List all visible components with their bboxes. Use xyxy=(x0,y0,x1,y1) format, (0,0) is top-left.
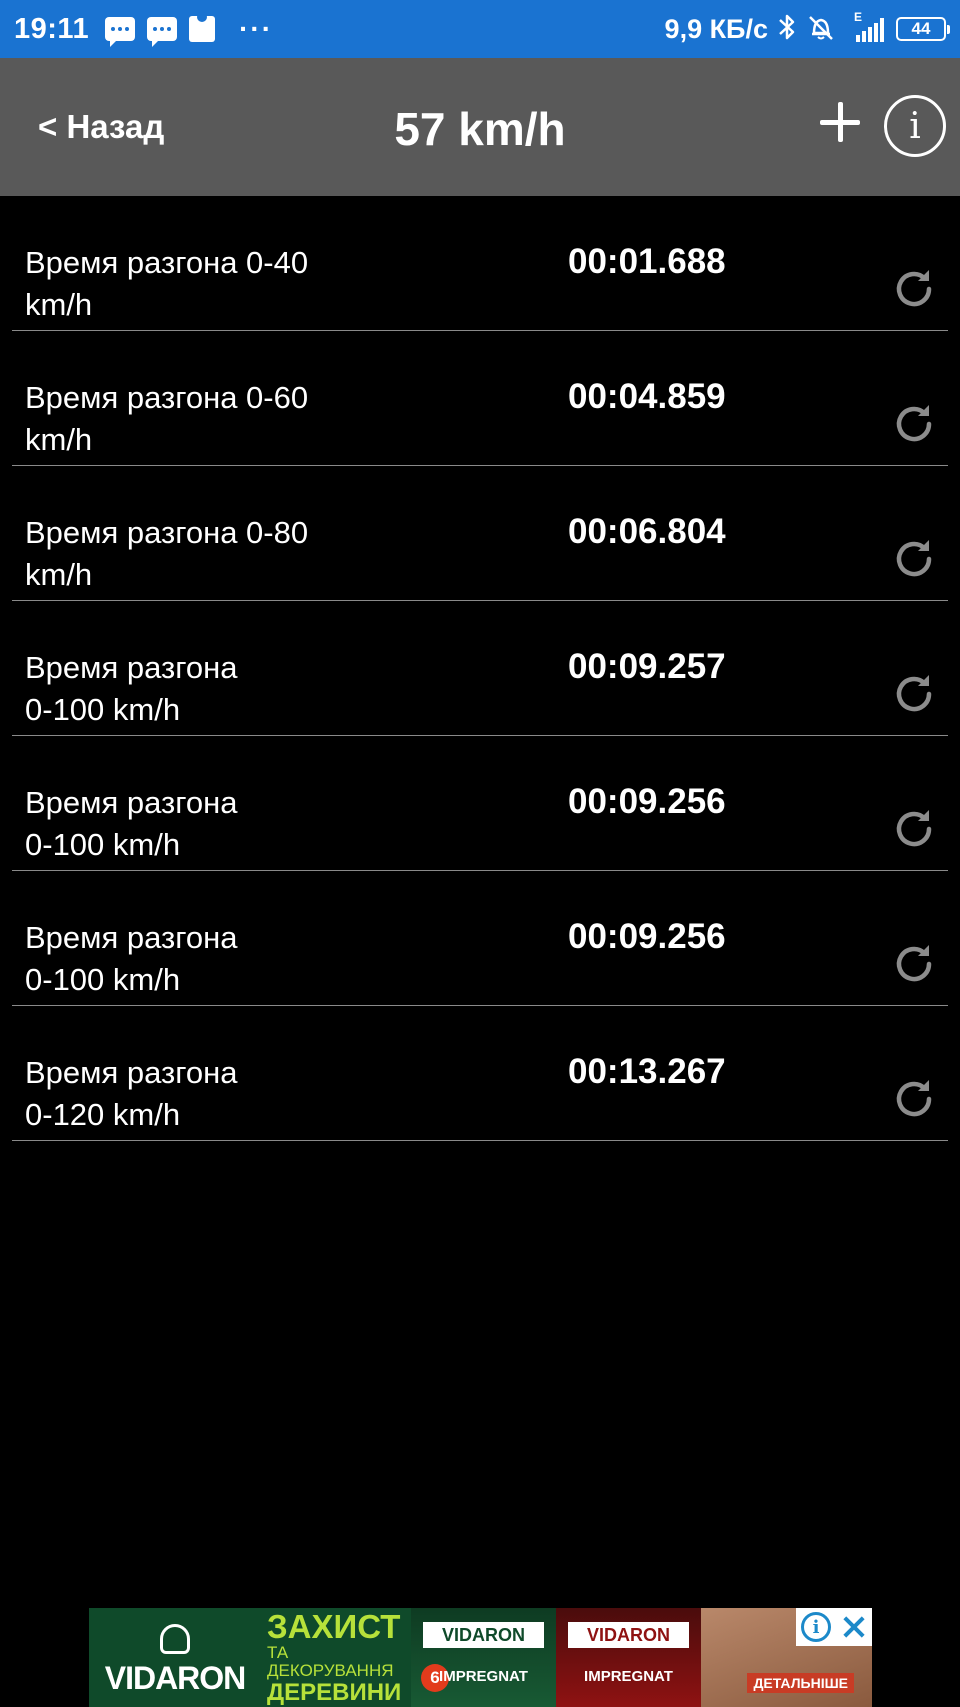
reset-button[interactable] xyxy=(889,534,939,584)
ad-banner[interactable]: VIDARON ЗАХИСТ ТА ДЕКОРУВАННЯ ДЕРЕВИНИ V… xyxy=(89,1608,872,1707)
ad-logo: VIDARON xyxy=(89,1608,261,1707)
refresh-icon xyxy=(896,270,932,307)
status-right-group: 9,9 КБ/с E 44 xyxy=(664,10,950,46)
ad-product-can: VIDARON 6 IMPREGNAT xyxy=(411,1608,556,1707)
result-time: 00:09.256 xyxy=(568,917,726,956)
bluetooth-icon xyxy=(776,13,798,46)
result-label: Время разгона 0-40 km/h xyxy=(25,245,309,322)
more-notifications-icon: ··· xyxy=(239,13,274,44)
ad-headline: ЗАХИСТ xyxy=(267,1608,401,1645)
nav-bar: < Назад 57 km/h i xyxy=(0,58,960,196)
reset-button[interactable] xyxy=(889,1074,939,1124)
ad-subline: ТА ДЕКОРУВАННЯ xyxy=(267,1642,394,1680)
list-item: Время разгона 0-100 km/h 00:09.256 xyxy=(12,871,948,1006)
result-label: Время разгона 0-100 km/h xyxy=(25,650,238,727)
chat-notification-icon xyxy=(147,17,178,47)
ad-can-label: VIDARON xyxy=(423,1622,544,1648)
list-item: Время разгона 0-40 km/h 00:01.688 xyxy=(12,196,948,331)
puzzle-notification-icon xyxy=(189,12,216,42)
notification-icons xyxy=(105,12,216,47)
signal-icon: E xyxy=(844,10,884,42)
result-time: 00:09.257 xyxy=(568,647,726,686)
ad-product-name: IMPREGNAT xyxy=(584,1668,673,1685)
ad-subline-2: ДЕРЕВИНИ xyxy=(267,1678,402,1706)
result-time: 00:09.256 xyxy=(568,782,726,821)
ad-text: ЗАХИСТ ТА ДЕКОРУВАННЯ ДЕРЕВИНИ xyxy=(261,1608,411,1707)
refresh-icon xyxy=(896,945,932,982)
acceleration-results-list: Время разгона 0-40 km/h 00:01.688 Время … xyxy=(0,196,960,1141)
list-item: Время разгона 0-100 km/h 00:09.256 xyxy=(12,736,948,871)
reset-button[interactable] xyxy=(889,264,939,314)
result-label: Время разгона 0-60 km/h xyxy=(25,380,309,457)
refresh-icon xyxy=(896,1080,932,1117)
network-type: E xyxy=(854,10,863,24)
ad-can-label: VIDARON xyxy=(568,1622,689,1648)
list-item: Время разгона 0-100 km/h 00:09.257 xyxy=(12,601,948,736)
list-item: Время разгона 0-120 km/h 00:13.267 xyxy=(12,1006,948,1141)
refresh-icon xyxy=(896,405,932,442)
ad-info-icon[interactable]: i xyxy=(801,1612,831,1642)
info-button[interactable]: i xyxy=(884,95,946,157)
status-bar: 19:11 ··· 9,9 КБ/с E 44 xyxy=(0,0,960,58)
list-item: Время разгона 0-80 km/h 00:06.804 xyxy=(12,466,948,601)
ad-close-icon[interactable] xyxy=(841,1614,867,1640)
alarm-off-icon xyxy=(806,13,836,46)
reset-button[interactable] xyxy=(889,804,939,854)
result-label: Время разгона 0-80 km/h xyxy=(25,515,309,592)
result-label: Время разгона 0-100 km/h xyxy=(25,920,238,997)
refresh-icon xyxy=(896,540,932,577)
reset-button[interactable] xyxy=(889,399,939,449)
refresh-icon xyxy=(896,810,932,847)
result-time: 00:13.267 xyxy=(568,1052,726,1091)
result-label: Время разгона 0-100 km/h xyxy=(25,785,238,862)
result-time: 00:01.688 xyxy=(568,242,726,281)
result-label: Время разгона 0-120 km/h xyxy=(25,1055,238,1132)
ad-product-name: IMPREGNAT xyxy=(439,1668,528,1685)
add-button[interactable] xyxy=(816,98,864,146)
ad-controls: i xyxy=(796,1608,872,1646)
refresh-icon xyxy=(896,675,932,712)
reset-button[interactable] xyxy=(889,939,939,989)
ad-cta-button[interactable]: ДЕТАЛЬНІШЕ xyxy=(747,1673,854,1693)
viking-logo-icon xyxy=(160,1624,190,1654)
chat-notification-icon xyxy=(105,17,136,47)
battery-icon: 44 xyxy=(896,17,950,41)
reset-button[interactable] xyxy=(889,669,939,719)
status-time: 19:11 xyxy=(14,12,90,45)
result-time: 00:06.804 xyxy=(568,512,726,551)
ad-brand: VIDARON xyxy=(104,1660,247,1696)
ad-product-can: VIDARON IMPREGNAT xyxy=(556,1608,701,1707)
list-item: Время разгона 0-60 km/h 00:04.859 xyxy=(12,331,948,466)
network-speed: 9,9 КБ/с xyxy=(664,13,768,44)
result-time: 00:04.859 xyxy=(568,377,726,416)
